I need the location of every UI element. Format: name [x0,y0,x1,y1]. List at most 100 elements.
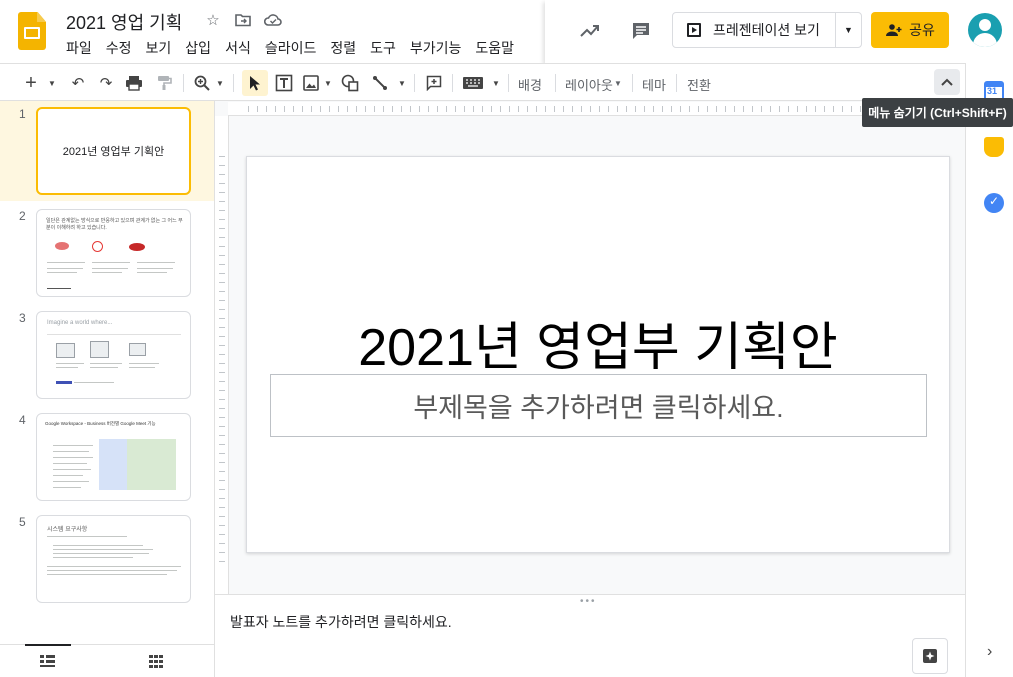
undo-icon[interactable]: ↶ [66,70,90,96]
comments-icon[interactable] [629,19,653,43]
speaker-notes-placeholder[interactable]: 발표자 노트를 추가하려면 클릭하세요. [230,612,452,632]
menu-edit[interactable]: 수정 [99,36,139,60]
paint-format-icon[interactable] [152,70,176,96]
filmstrip-slide-5[interactable]: 5 시스템 요구사항 [0,509,214,609]
redo-icon[interactable]: ↷ [94,70,118,96]
zoom-icon[interactable] [190,70,214,96]
filmstrip-slide-2[interactable]: 2 일단은 관계없는 방식으로 반응하고 있으며 관계가 없는 그 어느 부분이… [0,203,214,303]
slide-title[interactable]: 2021년 영업부 기획안 [247,305,949,380]
image-icon[interactable] [300,70,322,96]
speaker-notes[interactable]: ••• 발표자 노트를 추가하려면 클릭하세요. [215,594,965,677]
input-tools-keyboard-icon[interactable] [460,70,486,96]
menu-addons[interactable]: 부가기능 [403,36,469,60]
new-slide-plus-icon[interactable]: + [20,70,42,96]
filmstrip: 1 2021년 영업부 기획안 2 일단은 관계없는 방식으로 반응하고 있으며… [0,101,214,644]
slide-number: 3 [19,311,26,325]
move-folder-icon[interactable] [233,10,253,30]
add-person-icon [886,24,902,36]
side-panel: 31 › [965,63,1013,677]
add-comment-icon[interactable] [422,70,446,96]
current-slide[interactable]: 2021년 영업부 기획안 부제목을 추가하려면 클릭하세요. [246,156,950,553]
document-title[interactable]: 2021 영업 기획 [66,9,182,35]
menu-help[interactable]: 도움말 [468,36,521,60]
slide-number: 2 [19,209,26,223]
theme-button[interactable]: 테마 [642,75,666,94]
image-dropdown-icon[interactable]: ▼ [322,70,334,96]
chevron-up-icon [941,78,953,86]
header-actions: 프레젠테이션 보기 ▼ 공유 [545,0,1013,63]
filmstrip-slide-1[interactable]: 1 2021년 영업부 기획안 [0,101,214,201]
menu-slide[interactable]: 슬라이드 [258,36,324,60]
thumbnail-image [55,242,69,250]
filmstrip-slide-4[interactable]: 4 Google Workspace - Business 버전별 Google… [0,407,214,507]
line-icon[interactable] [368,70,392,96]
select-cursor-icon[interactable] [242,70,268,96]
slides-logo-icon[interactable] [18,12,46,50]
thumbnail-heading: Imagine a world where... [47,320,113,326]
thumbnail-image [92,241,103,252]
line-dropdown-icon[interactable]: ▼ [396,70,408,96]
list-view-icon[interactable] [40,655,55,670]
transition-button[interactable]: 전환 [687,75,711,94]
toolbar: + ▼ ↶ ↷ ▼ ▼ ▼ ▼ 배경 레이아웃 ▼ 테마 전환 [0,63,965,101]
expand-side-panel-icon[interactable]: › [987,643,992,661]
text-box-icon[interactable] [272,70,296,96]
slide-number: 1 [19,107,26,121]
background-button[interactable]: 배경 [518,75,542,94]
thumbnail-heading: 시스템 요구사항 [47,527,88,533]
horizontal-ruler[interactable] [228,102,965,116]
input-tools-dropdown-icon[interactable]: ▼ [490,70,502,96]
filmstrip-view-controls [0,644,214,677]
menu-file[interactable]: 파일 [59,36,99,60]
subtitle-placeholder[interactable]: 부제목을 추가하려면 클릭하세요. [270,374,927,437]
thumbnail-table-column [99,439,127,490]
hide-menus-tooltip: 메뉴 숨기기 (Ctrl+Shift+F) [862,98,1013,127]
slide-thumbnail[interactable]: Imagine a world where... [36,311,191,399]
menu-format[interactable]: 서식 [218,36,258,60]
new-slide-dropdown-icon[interactable]: ▼ [46,70,58,96]
star-icon[interactable]: ☆ [203,10,223,30]
thumbnail-image [56,343,75,358]
present-button[interactable]: 프레젠테이션 보기 ▼ [672,12,862,48]
layout-button[interactable]: 레이아웃 [565,75,613,94]
layout-dropdown-icon[interactable]: ▼ [614,79,622,88]
slide-thumbnail[interactable]: 2021년 영업부 기획안 [36,107,191,195]
vertical-ruler[interactable] [215,116,229,594]
menu-insert[interactable]: 삽입 [178,36,218,60]
thumbnail-heading: 일단은 관계없는 방식으로 반응하고 있으며 관계가 없는 그 어느 부분이 이… [46,218,183,231]
slide-number: 5 [19,515,26,529]
explore-button[interactable] [912,638,948,674]
activity-dashboard-icon[interactable] [578,19,602,43]
thumbnail-image [90,341,109,358]
thumbnail-table-column [150,439,176,490]
menu-tools[interactable]: 도구 [363,36,403,60]
print-icon[interactable] [122,70,146,96]
filmstrip-slide-3[interactable]: 3 Imagine a world where... [0,305,214,405]
calendar-day: 31 [987,86,998,96]
avatar[interactable] [968,13,1002,47]
header: 2021 영업 기획 ☆ 파일 수정 보기 삽입 서식 슬라이드 정렬 도구 부… [0,0,1013,63]
tasks-icon[interactable] [984,193,1004,213]
thumbnail-table-column [127,439,150,490]
menu-view[interactable]: 보기 [139,36,179,60]
explore-sparkle-icon [923,649,937,663]
present-button-label: 프레젠테이션 보기 [713,22,820,38]
keep-icon[interactable] [984,137,1004,157]
present-dropdown-icon[interactable]: ▼ [835,13,861,47]
menu-arrange[interactable]: 정렬 [323,36,363,60]
slide-thumbnail[interactable]: 시스템 요구사항 [36,515,191,603]
thumbnail-image [129,343,146,356]
slide-thumbnail[interactable]: 일단은 관계없는 방식으로 반응하고 있으며 관계가 없는 그 어느 부분이 이… [36,209,191,297]
notes-resize-handle[interactable]: ••• [580,596,597,607]
thumbnail-image [129,243,145,251]
menu-bar: 파일 수정 보기 삽입 서식 슬라이드 정렬 도구 부가기능 도움말 [59,36,521,60]
cloud-status-icon[interactable] [263,10,283,30]
slide-number: 4 [19,413,26,427]
share-button[interactable]: 공유 [871,12,949,48]
hide-menus-button[interactable] [934,69,960,95]
thumbnail-title: 2021년 영업부 기획안 [62,146,165,158]
zoom-dropdown-icon[interactable]: ▼ [214,70,226,96]
slide-thumbnail[interactable]: Google Workspace - Business 버전별 Google M… [36,413,191,501]
grid-view-icon[interactable] [149,655,163,671]
shape-icon[interactable] [338,70,362,96]
